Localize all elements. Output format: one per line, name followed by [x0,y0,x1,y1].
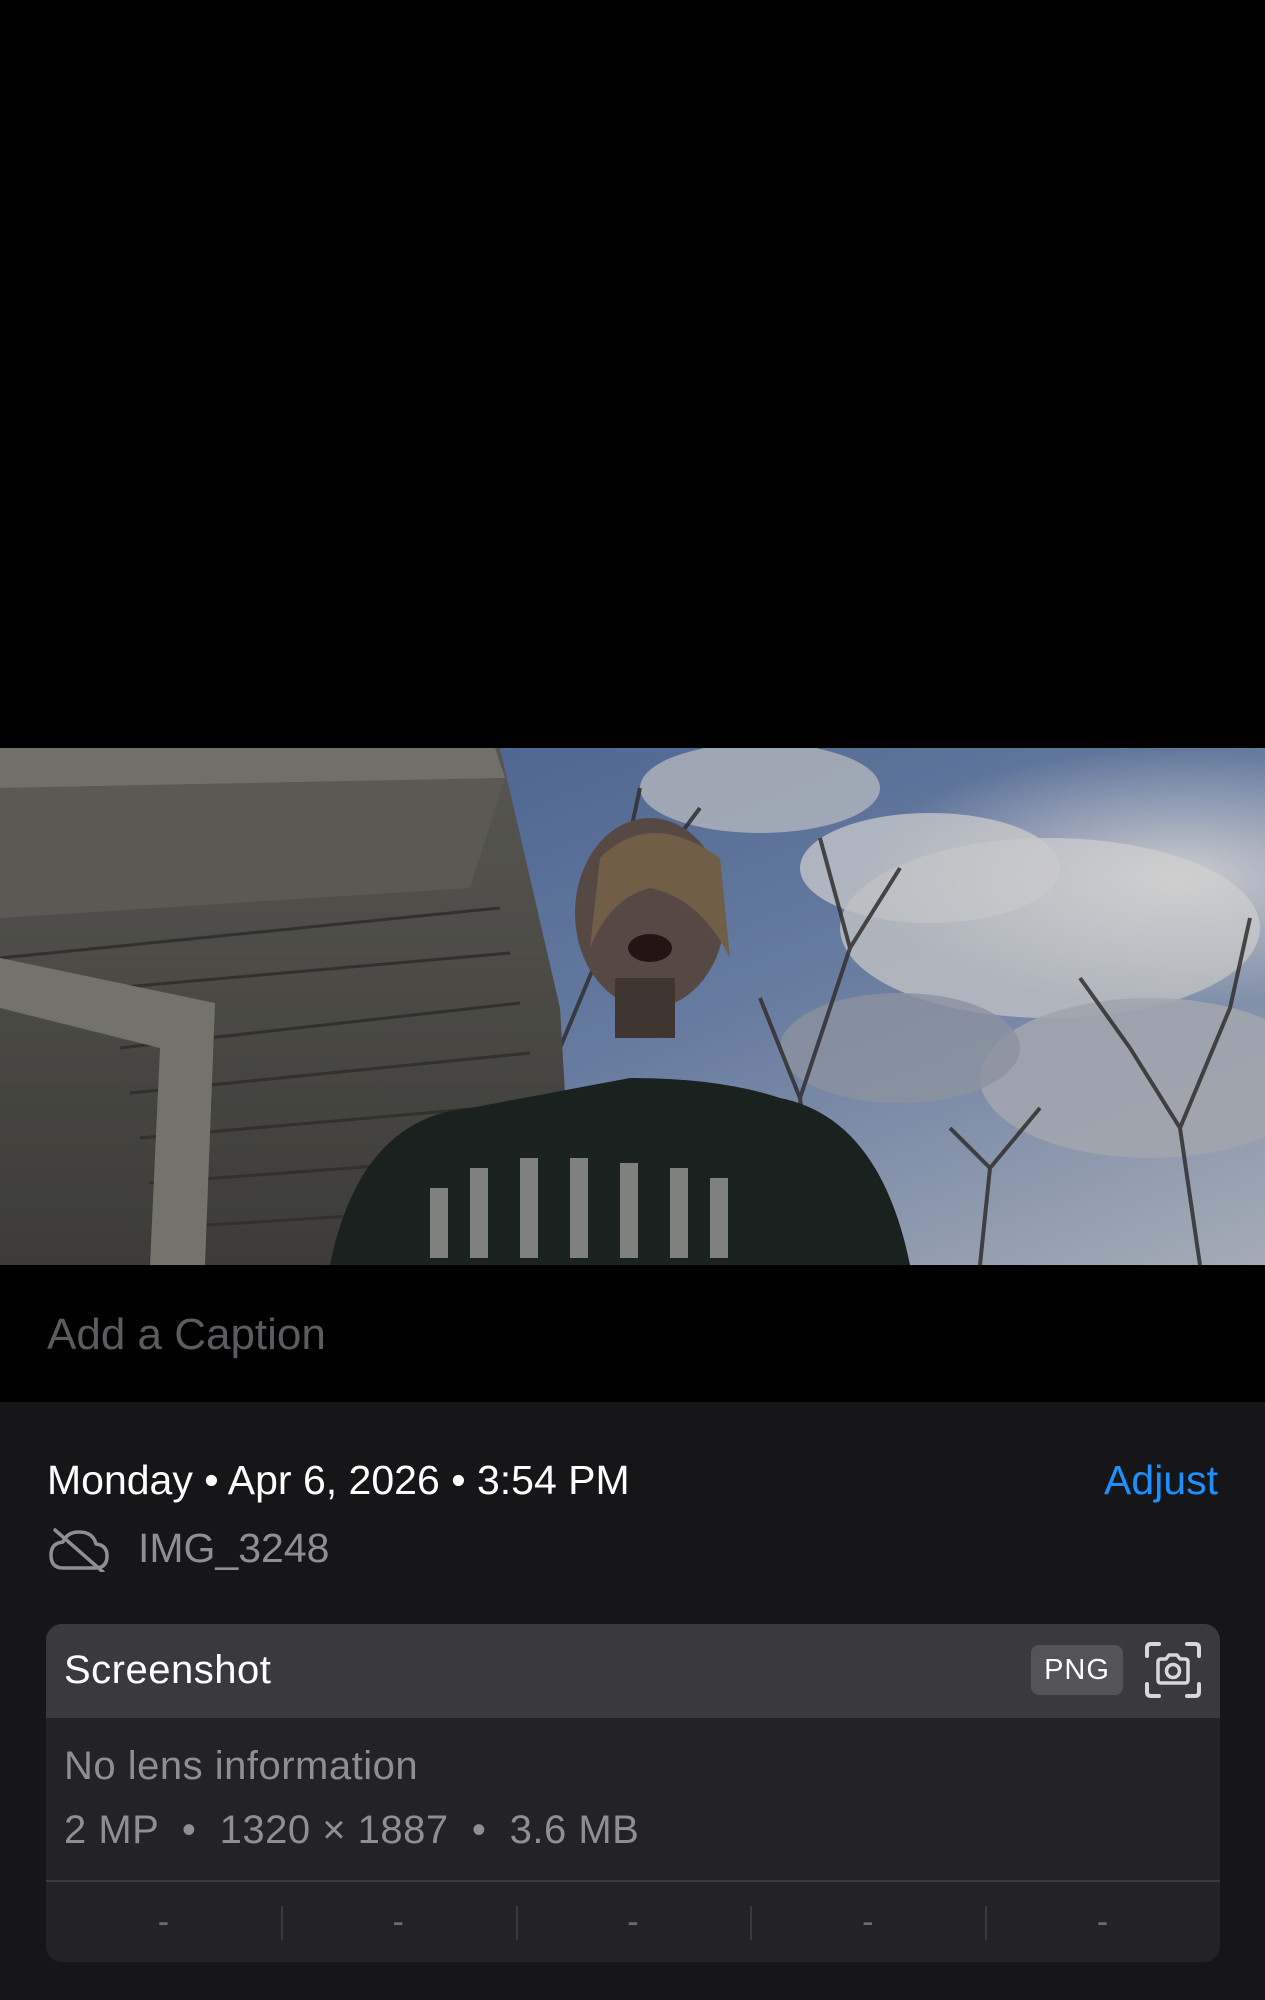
exif-shutter-speed: - [985,1882,1220,1962]
capture-time: 3:54 PM [476,1457,630,1503]
lens-info: No lens information [64,1744,419,1788]
screenshot-camera-icon [1145,1642,1201,1698]
format-badge: PNG [1031,1645,1123,1695]
date-separator: • [204,1457,219,1503]
caption-section [0,1265,1265,1402]
image-specs: 2 MP • 1320 × 1887 • 3.6 MB [64,1808,640,1852]
exif-row: - - - - - [46,1882,1220,1962]
info-panel: Monday • Apr 6, 2026 • 3:54 PM Adjust IM… [0,1402,1265,2000]
cloud-off-icon [49,1528,109,1572]
capture-date: Monday • Apr 6, 2026 • 3:54 PM [47,1452,630,1508]
exif-focal-length: - [280,1882,516,1962]
exif-iso: - [157,1903,170,1941]
dimensions: 1320 × 1887 [219,1808,449,1852]
capture-day: Monday [47,1457,193,1503]
metadata-title: Screenshot [64,1648,272,1692]
date-row: Monday • Apr 6, 2026 • 3:54 PM Adjust [47,1452,1218,1508]
file-name: IMG_3248 [138,1525,330,1571]
photo-viewer[interactable] [0,0,1265,1265]
adjust-button[interactable]: Adjust [1104,1452,1218,1508]
date-separator: • [451,1457,466,1503]
megapixels: 2 MP [64,1808,159,1852]
caption-input[interactable] [47,1305,1217,1365]
exif-exposure-value: - [515,1882,751,1962]
exif-aperture: - [750,1882,985,1962]
photo-image [0,748,1265,1265]
capture-date-value: Apr 6, 2026 [227,1457,440,1503]
file-size: 3.6 MB [509,1808,640,1852]
metadata-header: Screenshot PNG [46,1624,1220,1718]
metadata-card: Screenshot PNG No lens information 2 MP … [46,1624,1220,1962]
photo[interactable] [0,748,1265,1265]
